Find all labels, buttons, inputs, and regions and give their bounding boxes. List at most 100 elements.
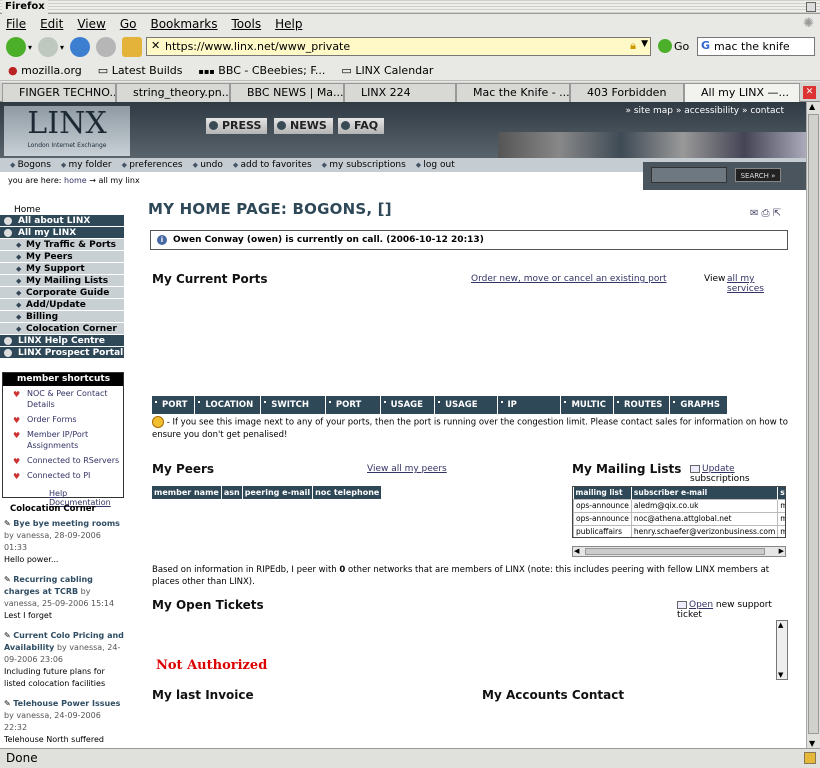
col-multic[interactable]: MULTIC	[561, 396, 615, 414]
open-ticket-link[interactable]: Open	[689, 600, 713, 610]
shortcut-connected-pi[interactable]: Connected to PI	[3, 468, 123, 483]
subnav-bogons[interactable]: Bogons	[10, 160, 51, 170]
menu-bookmarks[interactable]: Bookmarks	[150, 17, 217, 31]
tab-string-theory[interactable]: string_theory.pn...	[116, 83, 230, 102]
nav-all-about-linx[interactable]: All about LINX	[0, 215, 124, 227]
crumb-home-link[interactable]: home	[64, 176, 87, 185]
nav-my-peers[interactable]: My Peers	[0, 251, 124, 263]
back-icon[interactable]	[6, 37, 26, 57]
news-button[interactable]: NEWS	[274, 118, 333, 134]
forward-dropdown-icon[interactable]: ▾	[60, 43, 64, 52]
subnav-add-to-favorites[interactable]: add to favorites	[233, 160, 311, 170]
page-scrollbar[interactable]: ▲ ▼	[806, 102, 820, 748]
col-asn[interactable]: asn	[222, 486, 243, 499]
col-port[interactable]: PORT	[152, 396, 196, 414]
subnav-log-out[interactable]: log out	[416, 160, 454, 170]
scroll-up-icon[interactable]: ▲	[778, 621, 783, 629]
page-tools-icons[interactable]: ✉ ⎙ ⇱	[750, 208, 781, 219]
update-link[interactable]: Update	[702, 464, 735, 474]
tab-403-forbidden[interactable]: 403 Forbidden	[570, 83, 684, 102]
linx-logo[interactable]: LINX London Internet Exchange	[4, 106, 130, 156]
nav-add-update-details[interactable]: Add/Update Details	[0, 299, 124, 322]
nav-my-support[interactable]: My Support	[0, 263, 124, 275]
col-noc-telephone[interactable]: noc telephone	[313, 486, 383, 499]
col-port-no[interactable]: PORT NO.	[326, 396, 381, 428]
col-ip-address[interactable]: IP ADDRESS	[498, 396, 562, 428]
url-dropdown-icon[interactable]: ▼	[641, 39, 648, 49]
col-usage-in[interactable]: USAGE IN	[381, 396, 436, 428]
scroll-left-icon[interactable]: ◀	[574, 547, 579, 555]
col-routes[interactable]: ROUTES	[614, 396, 671, 414]
bookmark-linx-calendar[interactable]: ▭ LINX Calendar	[341, 64, 433, 77]
padlock-icon[interactable]: 🔒︎	[630, 39, 636, 53]
bookmark-bbc[interactable]: ▪▪▪ BBC - CBeebies; F...	[199, 64, 326, 77]
subnav-my-folder[interactable]: my folder	[61, 160, 112, 170]
nav-corporate-guide[interactable]: Corporate Guide	[0, 287, 124, 299]
tab-all-my-linx[interactable]: All my LINX —...	[684, 83, 800, 102]
search-engine-icon[interactable]: G	[701, 39, 710, 52]
nav-my-mailing-lists[interactable]: My Mailing Lists	[0, 275, 124, 287]
col-switch-no[interactable]: SWITCH NO.	[261, 396, 326, 428]
subnav-my-subscriptions[interactable]: my subscriptions	[322, 160, 406, 170]
scroll-down-icon[interactable]: ▼	[809, 739, 815, 748]
col-member-name[interactable]: member name	[152, 486, 222, 499]
tab-mac-the-knife[interactable]: Mac the Knife - ...	[456, 83, 570, 102]
go-icon[interactable]	[658, 39, 672, 53]
scroll-up-icon[interactable]: ▲	[809, 102, 815, 111]
col-location[interactable]: LOCATION	[195, 396, 262, 414]
col-usage-out[interactable]: USAGE OUT	[435, 396, 498, 428]
news-title-link[interactable]: Telehouse Power Issues	[13, 699, 120, 708]
nav-colocation-corner[interactable]: Colocation Corner	[0, 323, 124, 335]
subnav-preferences[interactable]: preferences	[122, 160, 182, 170]
window-close-icon[interactable]	[806, 2, 816, 12]
col-peering-email[interactable]: peering e-mail	[243, 486, 314, 499]
shortcut-noc-peer-contact[interactable]: NOC & Peer Contact Details	[3, 386, 123, 412]
reload-icon[interactable]	[70, 37, 91, 57]
tickets-scrollbar[interactable]: ▲ ▼	[776, 620, 788, 680]
menu-file[interactable]: File	[6, 17, 26, 31]
tab-bbc-news[interactable]: BBC NEWS | Ma...	[230, 83, 344, 102]
stop-icon[interactable]	[96, 37, 117, 57]
bookmark-latest-builds[interactable]: ▭ Latest Builds	[98, 64, 183, 77]
scroll-thumb[interactable]	[808, 114, 819, 734]
nav-my-traffic-ports[interactable]: My Traffic & Ports	[0, 239, 124, 251]
menu-edit[interactable]: Edit	[40, 17, 63, 31]
faq-button[interactable]: FAQ	[338, 118, 385, 134]
all-services-link[interactable]: all my services	[727, 274, 794, 294]
view-all-peers-link[interactable]: View all my peers	[367, 464, 447, 474]
scroll-down-icon[interactable]: ▼	[778, 671, 783, 679]
top-links[interactable]: » site map » accessibility » contact	[625, 106, 784, 116]
subnav-undo[interactable]: undo	[193, 160, 223, 170]
bookmark-mozilla[interactable]: ● mozilla.org	[8, 64, 82, 77]
order-port-link[interactable]: Order new, move or cancel an existing po…	[471, 274, 667, 284]
tab-finger-techno[interactable]: FINGER TECHNO...	[2, 83, 116, 102]
go-button[interactable]: Go	[674, 40, 689, 53]
nav-linx-help-centre[interactable]: LINX Help Centre	[0, 335, 124, 347]
news-title-link[interactable]: Recurring cabling charges at TCRB	[4, 575, 93, 596]
col-graphs[interactable]: GRAPHS	[670, 396, 728, 414]
press-button[interactable]: PRESS	[206, 118, 268, 134]
nav-all-my-linx[interactable]: All my LINX	[0, 227, 124, 239]
home-icon[interactable]	[122, 37, 143, 57]
menu-tools[interactable]: Tools	[232, 17, 262, 31]
shortcut-order-forms[interactable]: Order Forms	[3, 412, 123, 427]
mailing-list-scrollbar[interactable]: ◀ ▶	[572, 546, 786, 557]
close-tab-icon[interactable]: ✕	[803, 86, 816, 99]
scroll-right-icon[interactable]: ▶	[779, 547, 784, 555]
forward-icon[interactable]	[38, 37, 59, 57]
back-dropdown-icon[interactable]: ▾	[28, 43, 32, 52]
menu-view[interactable]: View	[77, 17, 105, 31]
shortcut-member-ip-port[interactable]: Member IP/Port Assignments	[3, 427, 123, 453]
search-input[interactable]: G mac the knife	[697, 37, 815, 56]
nav-billing[interactable]: Billing	[0, 311, 124, 323]
news-title-link[interactable]: Bye bye meeting rooms	[13, 519, 120, 528]
ssl-lock-icon[interactable]	[804, 752, 816, 764]
scroll-thumb[interactable]	[585, 548, 765, 555]
menu-help[interactable]: Help	[275, 17, 302, 31]
tab-linx-224[interactable]: LINX 224	[344, 83, 456, 102]
nav-linx-prospect-portal[interactable]: LINX Prospect Portal	[0, 347, 124, 359]
nav-home[interactable]: Home	[0, 205, 124, 215]
shortcut-connected-rservers[interactable]: Connected to RServers	[3, 453, 123, 468]
menu-go[interactable]: Go	[120, 17, 137, 31]
url-input[interactable]: ✕ https://www.linx.net/www_private 🔒︎ ▼	[146, 37, 651, 56]
